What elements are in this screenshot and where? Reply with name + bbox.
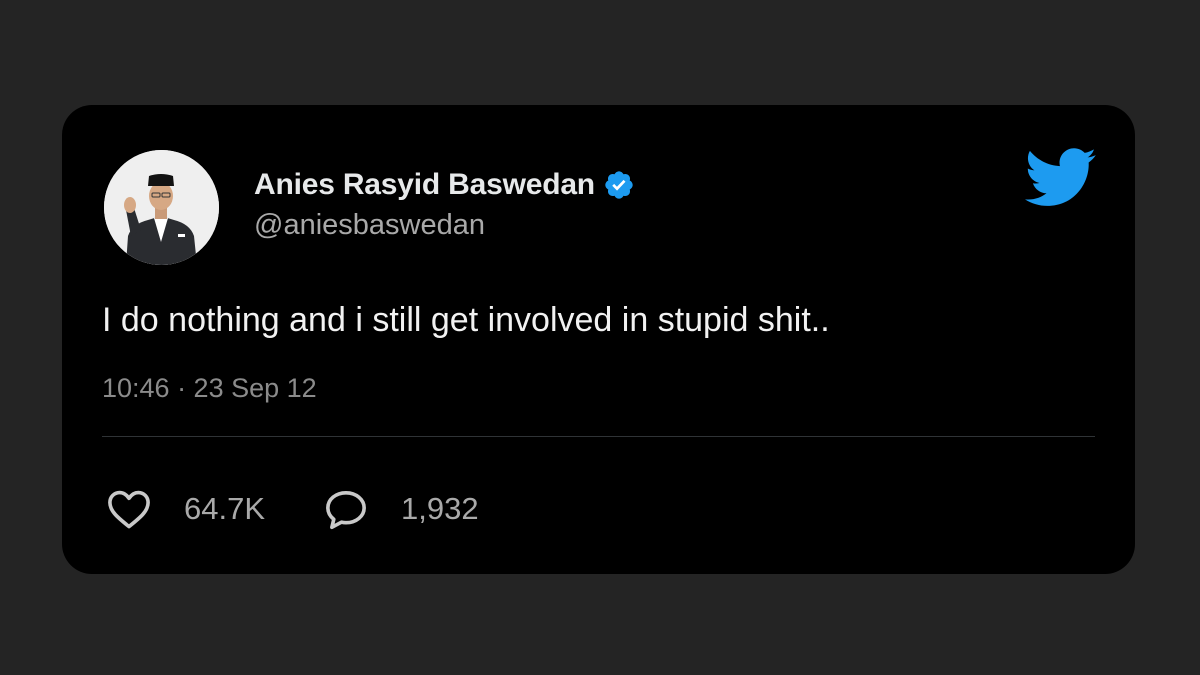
page-background: Anies Rasyid Baswedan @aniesbaswedan I d…	[0, 0, 1200, 675]
like-button[interactable]: 64.7K	[106, 488, 265, 530]
author-handle[interactable]: @aniesbaswedan	[254, 209, 485, 242]
tweet-text: I do nothing and i still get involved in…	[102, 301, 830, 339]
divider	[102, 436, 1095, 437]
tweet-actions: 64.7K 1,932	[106, 487, 479, 531]
speech-bubble-icon	[323, 488, 369, 530]
twitter-bird-icon	[1024, 147, 1097, 209]
reply-button[interactable]: 1,932	[323, 488, 479, 530]
tweet-card[interactable]: Anies Rasyid Baswedan @aniesbaswedan I d…	[62, 105, 1135, 574]
author-name-row: Anies Rasyid Baswedan	[254, 165, 635, 205]
avatar[interactable]	[104, 150, 219, 265]
verified-badge-icon	[603, 169, 635, 201]
author-display-name[interactable]: Anies Rasyid Baswedan	[254, 168, 595, 202]
reply-count: 1,932	[401, 491, 479, 526]
tweet-timestamp[interactable]: 10:46 · 23 Sep 12	[102, 373, 317, 404]
like-count: 64.7K	[184, 491, 266, 526]
heart-icon	[106, 488, 152, 530]
